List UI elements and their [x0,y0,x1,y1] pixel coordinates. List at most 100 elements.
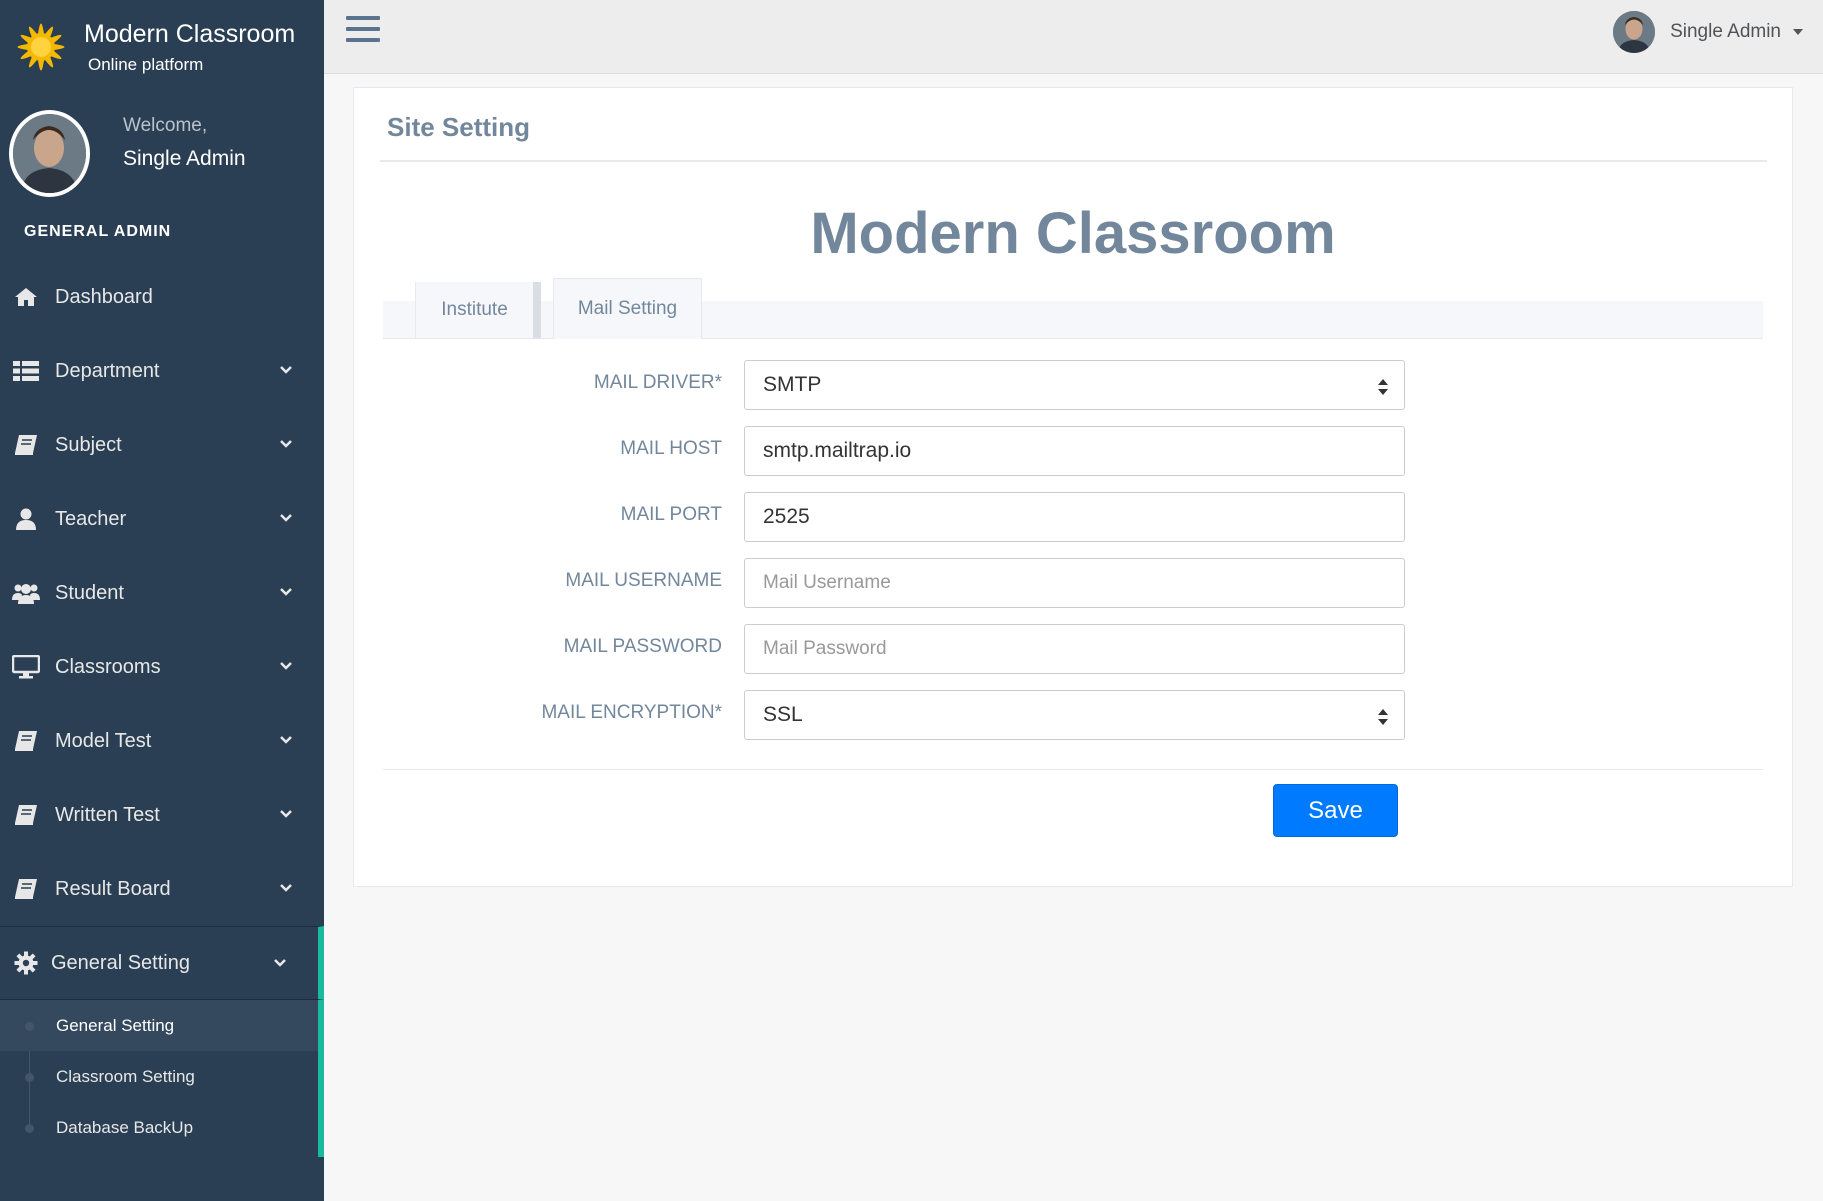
sidebar-item-teacher[interactable]: Teacher [0,482,324,556]
form-row-mail-host: MAIL HOST smtp.mailtrap.io [354,426,1794,476]
form-row-mail-driver: MAIL DRIVER* SMTP [354,360,1794,410]
sidebar-item-label: Teacher [55,507,127,530]
chevron-down-icon [280,366,292,374]
site-setting-panel: Site Setting Modern Classroom Institute … [353,87,1793,887]
mail-driver-label: MAIL DRIVER* [593,372,722,393]
gear-icon [12,951,40,975]
submenu-item-general-setting[interactable]: General Setting [0,1000,318,1051]
sidebar-item-label: Dashboard [55,285,153,308]
user-dropdown[interactable]: Single Admin [1613,10,1803,54]
page-heading: Modern Classroom [810,201,1336,266]
tab-label: Mail Setting [577,297,678,319]
caret-down-icon [1793,29,1803,35]
save-button[interactable]: Save [1273,784,1398,837]
bullet-icon [25,1073,34,1082]
book-icon [12,803,40,827]
mail-password-label: MAIL PASSWORD [563,636,722,657]
sidebar-item-model-test[interactable]: Model Test [0,704,324,778]
panel-title: Site Setting [387,112,531,142]
mail-host-input[interactable]: smtp.mailtrap.io [744,426,1405,476]
sidebar-item-subject[interactable]: Subject [0,408,324,482]
user-icon [12,507,40,531]
mail-username-placeholder: Mail Username [763,572,891,593]
home-icon [12,285,40,309]
mail-port-value: 2525 [763,505,810,528]
sun-logo-icon [17,23,65,71]
brand-subtitle: Online platform [88,55,204,74]
submenu-item-database-backup[interactable]: Database BackUp [0,1102,318,1153]
select-arrows-icon [1378,379,1388,395]
mail-encryption-select[interactable]: SSL [744,690,1405,740]
mail-encryption-value: SSL [763,703,803,726]
sidebar-item-dashboard[interactable]: Dashboard [0,260,324,334]
menu-section-title: GENERAL ADMIN [24,223,172,240]
sidebar-item-label: Subject [55,433,122,456]
mail-host-value: smtp.mailtrap.io [763,439,912,462]
brand[interactable]: Modern Classroom Online platform [0,0,324,98]
mail-port-input[interactable]: 2525 [744,492,1405,542]
user-name: Single Admin [1670,21,1781,42]
sidebar-item-label: Department [55,359,160,382]
mail-host-label: MAIL HOST [620,438,722,459]
sidebar-item-label: General Setting [51,951,190,974]
sidebar-item-label: Result Board [55,877,171,900]
mail-password-input[interactable]: Mail Password [744,624,1405,674]
book-icon [12,433,40,457]
chevron-down-icon [280,884,292,892]
form-row-mail-encryption: MAIL ENCRYPTION* SSL [354,690,1794,740]
sidebar-item-student[interactable]: Student [0,556,324,630]
sidebar-item-department[interactable]: Department [0,334,324,408]
sidebar-item-general-setting[interactable]: General Setting [0,926,324,1000]
form-row-mail-username: MAIL USERNAME Mail Username [354,558,1794,608]
chevron-down-icon [280,588,292,596]
sidebar-item-label: Written Test [55,803,160,826]
chevron-down-icon [280,810,292,818]
submenu-item-label: General Setting [56,1015,175,1035]
sidebar-item-written-test[interactable]: Written Test [0,778,324,852]
form-row-mail-port: MAIL PORT 2525 [354,492,1794,542]
list-icon [12,359,40,383]
mail-driver-value: SMTP [763,373,822,396]
desktop-icon [12,655,40,679]
mail-port-label: MAIL PORT [620,504,722,525]
divider [380,160,1767,162]
book-icon [12,877,40,901]
sidebar: Modern Classroom Online platform Welcome… [0,0,324,1201]
welcome-text: Welcome, [123,115,208,136]
mail-encryption-label: MAIL ENCRYPTION* [541,702,722,723]
mail-username-input[interactable]: Mail Username [744,558,1405,608]
general-setting-submenu: General Setting Classroom Setting Databa… [0,1000,324,1157]
submenu-item-label: Database BackUp [56,1117,194,1137]
menu-toggle-icon[interactable] [346,16,380,44]
form-row-mail-password: MAIL PASSWORD Mail Password [354,624,1794,674]
mail-password-placeholder: Mail Password [763,638,887,659]
divider [383,769,1763,770]
select-arrows-icon [1378,709,1388,725]
submenu-item-classroom-setting[interactable]: Classroom Setting [0,1051,318,1102]
brand-name: Modern Classroom [84,20,296,48]
chevron-down-icon [280,736,292,744]
top-navbar: Single Admin [324,0,1823,74]
tab-mail-setting[interactable]: Mail Setting [553,278,702,339]
avatar [9,109,90,197]
bullet-icon [25,1124,34,1133]
sidebar-item-label: Student [55,581,124,604]
bullet-icon [25,1022,34,1031]
tab-label: Institute [441,299,508,320]
profile-block: Welcome, Single Admin [0,98,324,208]
sidebar-item-label: Classrooms [55,655,161,678]
mail-driver-select[interactable]: SMTP [744,360,1405,410]
users-icon [12,581,40,605]
tab-institute[interactable]: Institute [415,282,541,338]
sidebar-item-result-board[interactable]: Result Board [0,852,324,926]
sidebar-item-label: Model Test [55,729,152,752]
avatar [1613,11,1656,53]
profile-name: Single Admin [123,147,246,170]
chevron-down-icon [280,440,292,448]
mail-username-label: MAIL USERNAME [565,570,722,591]
submenu-item-label: Classroom Setting [56,1066,195,1086]
book-icon [12,729,40,753]
sidebar-menu: Dashboard Department Subject Teacher Stu… [0,260,324,1157]
chevron-down-icon [274,959,286,967]
sidebar-item-classrooms[interactable]: Classrooms [0,630,324,704]
